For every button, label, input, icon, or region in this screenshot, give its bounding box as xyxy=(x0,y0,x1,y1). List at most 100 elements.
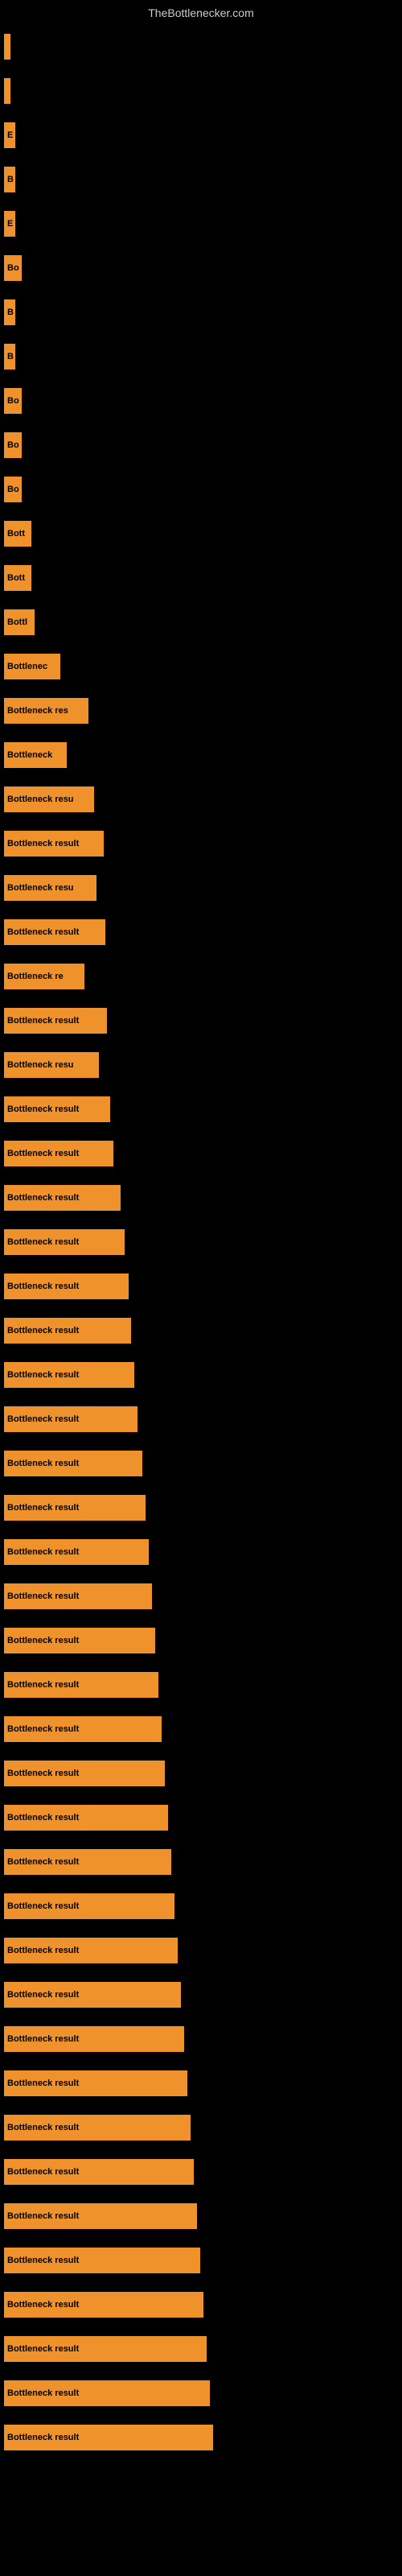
bar-row: Bottleneck result xyxy=(4,998,402,1042)
result-bar: Bo xyxy=(4,477,22,502)
result-bar: Bottleneck result xyxy=(4,1362,134,1388)
bar-row: E xyxy=(4,113,402,157)
bar-row: Bottleneck result xyxy=(4,1308,402,1352)
bar-row: Bottleneck result xyxy=(4,2371,402,2415)
bar-label: Bottleneck result xyxy=(7,2388,79,2398)
result-bar: Bottleneck result xyxy=(4,1982,181,2008)
result-bar: Bottleneck result xyxy=(4,831,104,857)
bar-label: Bo xyxy=(7,485,19,494)
bar-row: Bottl xyxy=(4,600,402,644)
bar-label: Bottleneck result xyxy=(7,1946,79,1955)
bar-row xyxy=(4,68,402,113)
bar-row: Bottleneck result xyxy=(4,1618,402,1662)
result-bar: Bottleneck result xyxy=(4,1096,110,1122)
result-bar: Bottleneck resu xyxy=(4,875,96,901)
bar-label: Bottleneck result xyxy=(7,1503,79,1513)
result-bar: Bottleneck result xyxy=(4,1274,129,1299)
result-bar: Bottleneck result xyxy=(4,1451,142,1476)
bar-label: Bottleneck result xyxy=(7,1547,79,1557)
result-bar: Bottleneck result xyxy=(4,1893,174,1919)
bar-label: Bottleneck re xyxy=(7,972,64,981)
result-bar: Bottleneck result xyxy=(4,1008,107,1034)
bar-label: Bottlenec xyxy=(7,662,47,671)
bar-row: Bottlenec xyxy=(4,644,402,688)
bar-row: Bottleneck result xyxy=(4,1175,402,1220)
result-bar xyxy=(4,34,10,60)
bar-label: Bottleneck result xyxy=(7,2034,79,2044)
result-bar: Bottleneck resu xyxy=(4,1052,99,1078)
bar-label: Bottleneck resu xyxy=(7,883,74,893)
bar-row: Bottleneck result xyxy=(4,1131,402,1175)
result-bar: Bottleneck result xyxy=(4,2248,200,2273)
bar-row: Bottleneck result xyxy=(4,1397,402,1441)
result-bar xyxy=(4,78,10,104)
bar-label: Bottleneck result xyxy=(7,1016,79,1026)
result-bar: Bo xyxy=(4,388,22,414)
bar-row: Bottleneck result xyxy=(4,1662,402,1707)
result-bar: Bottleneck result xyxy=(4,919,105,945)
result-bar: B xyxy=(4,344,15,369)
bar-row: Bottleneck result xyxy=(4,2326,402,2371)
result-bar: B xyxy=(4,167,15,192)
bar-row: Bottleneck result xyxy=(4,1485,402,1530)
result-bar: Bottleneck result xyxy=(4,1229,125,1255)
result-bar: Bottleneck result xyxy=(4,1628,155,1653)
result-bar: Bottleneck resu xyxy=(4,786,94,812)
bar-label: Bottleneck result xyxy=(7,1813,79,1823)
result-bar: Bottleneck result xyxy=(4,2203,197,2229)
bar-row: E xyxy=(4,201,402,246)
bar-row: Bottleneck result xyxy=(4,1884,402,1928)
result-bar: B xyxy=(4,299,15,325)
result-bar: Bo xyxy=(4,432,22,458)
bar-row: B xyxy=(4,290,402,334)
bar-row: Bottleneck re xyxy=(4,954,402,998)
bar-label: Bottleneck result xyxy=(7,2300,79,2310)
result-bar: Bottleneck re xyxy=(4,964,84,989)
result-bar: Bottleneck result xyxy=(4,1539,149,1565)
bar-label: Bottleneck result xyxy=(7,1680,79,1690)
bar-label: Bottleneck result xyxy=(7,1459,79,1468)
bar-label: Bottleneck resu xyxy=(7,795,74,804)
result-bar: Bottleneck result xyxy=(4,1406,137,1432)
bar-row: Bottleneck resu xyxy=(4,777,402,821)
bar-row: Bottleneck result xyxy=(4,1352,402,1397)
result-bar: Bottleneck result xyxy=(4,1185,121,1211)
bar-row: Bottleneck result xyxy=(4,1087,402,1131)
bar-label: Bottleneck resu xyxy=(7,1060,74,1070)
bar-label: Bottleneck result xyxy=(7,2433,79,2442)
bar-label: Bottleneck result xyxy=(7,2079,79,2088)
bar-label: Bottleneck result xyxy=(7,1857,79,1867)
result-bar: Bott xyxy=(4,565,31,591)
bar-label: Bottleneck result xyxy=(7,2256,79,2265)
bar-label: Bottleneck result xyxy=(7,1990,79,2000)
result-bar: Bottleneck result xyxy=(4,2336,207,2362)
bar-label: Bottleneck result xyxy=(7,1104,79,1114)
bar-row: Bottleneck result xyxy=(4,1441,402,1485)
bar-row: Bottleneck result xyxy=(4,1707,402,1751)
bar-row: Bottleneck result xyxy=(4,1530,402,1574)
result-bar: Bottleneck result xyxy=(4,1805,168,1831)
bar-label: Bottl xyxy=(7,617,27,627)
result-bar: Bottleneck result xyxy=(4,1318,131,1344)
result-bar: Bottl xyxy=(4,609,35,635)
bar-row: Bottleneck resu xyxy=(4,865,402,910)
result-bar: Bottleneck result xyxy=(4,1672,158,1698)
bar-label: Bo xyxy=(7,440,19,450)
bar-label: Bottleneck result xyxy=(7,1591,79,1601)
result-bar: Bottleneck result xyxy=(4,2115,191,2140)
bar-label: B xyxy=(7,308,14,317)
result-bar: Bottleneck result xyxy=(4,2380,210,2406)
bar-row: Bottleneck res xyxy=(4,688,402,733)
bar-label: Bottleneck result xyxy=(7,1724,79,1734)
bar-row: Bottleneck result xyxy=(4,1795,402,1839)
result-bar: E xyxy=(4,211,15,237)
bar-label: Bottleneck result xyxy=(7,1326,79,1335)
bar-row: Bottleneck result xyxy=(4,1928,402,1972)
bar-label: Bottleneck result xyxy=(7,1901,79,1911)
bar-row: Bottleneck result xyxy=(4,910,402,954)
bar-row: Bottleneck result xyxy=(4,2149,402,2194)
bar-label: Bottleneck result xyxy=(7,1414,79,1424)
bar-row: Bottleneck result xyxy=(4,1972,402,2017)
bar-row: Bottleneck result xyxy=(4,2017,402,2061)
bar-label: Bottleneck result xyxy=(7,2344,79,2354)
